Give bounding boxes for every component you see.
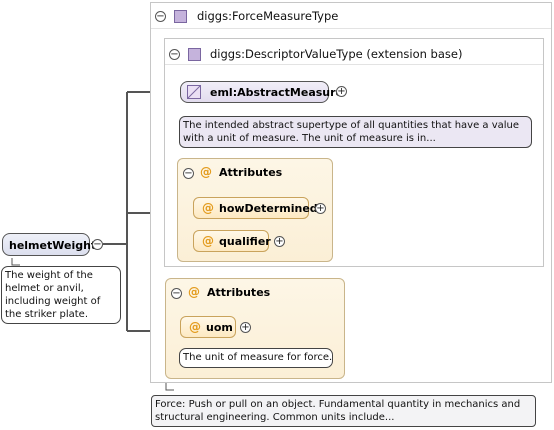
type-attributes-collapse-toggle[interactable]: −: [171, 288, 182, 299]
abstract-element-name: eml:AbstractMeasure: [210, 86, 344, 99]
type-attributes-title: Attributes: [207, 286, 271, 299]
attribute-name: qualifier: [219, 235, 271, 248]
abstract-element-expand-toggle[interactable]: +: [336, 86, 347, 97]
attribute-at-icon: @: [202, 201, 214, 215]
attribute-at-icon: @: [189, 320, 201, 334]
base-type-frame-header: − diggs:DescriptorValueType (extension b…: [165, 39, 543, 65]
attribute-qualifier[interactable]: @ qualifier: [193, 230, 271, 252]
abstract-element-node[interactable]: eml:AbstractMeasure: [180, 81, 343, 103]
type-doc: Force: Push or pull on an object. Fundam…: [151, 395, 536, 427]
root-element-doc: The weight of the helmet or anvil, inclu…: [1, 266, 121, 324]
doc-pointer-root: [11, 258, 20, 266]
type-name: diggs:ForceMeasureType: [197, 9, 339, 23]
attribute-uom-expand-toggle[interactable]: +: [240, 322, 251, 333]
base-type-collapse-toggle[interactable]: −: [169, 49, 180, 60]
type-collapse-toggle[interactable]: −: [155, 11, 166, 22]
attribute-howdetermined-expand-toggle[interactable]: +: [315, 203, 326, 214]
doc-pointer-type: [165, 383, 174, 391]
complex-type-icon: [188, 48, 201, 61]
root-element-node[interactable]: helmetWeight: [2, 233, 96, 256]
base-type-name: diggs:DescriptorValueType (extension bas…: [210, 47, 463, 61]
complex-type-icon: [174, 10, 187, 23]
attribute-uom-doc: The unit of measure for force.: [179, 348, 333, 368]
base-attributes-title: Attributes: [219, 166, 283, 179]
attribute-name: uom: [206, 321, 233, 334]
attribute-at-icon: @: [202, 234, 214, 248]
abstract-element-icon: [187, 85, 201, 99]
attribute-uom[interactable]: @ uom: [180, 316, 236, 338]
attribute-at-icon: @: [188, 285, 200, 299]
root-element-collapse-toggle[interactable]: −: [92, 239, 103, 250]
abstract-element-doc: The intended abstract supertype of all q…: [179, 116, 532, 148]
attribute-qualifier-expand-toggle[interactable]: +: [274, 236, 285, 247]
root-element-name: helmetWeight: [9, 239, 97, 252]
base-attributes-collapse-toggle[interactable]: −: [183, 168, 194, 179]
type-frame-header: − diggs:ForceMeasureType: [151, 3, 551, 29]
attribute-name: howDetermined: [219, 202, 318, 215]
attribute-at-icon: @: [200, 165, 212, 179]
attribute-howdetermined[interactable]: @ howDetermined: [193, 197, 318, 219]
